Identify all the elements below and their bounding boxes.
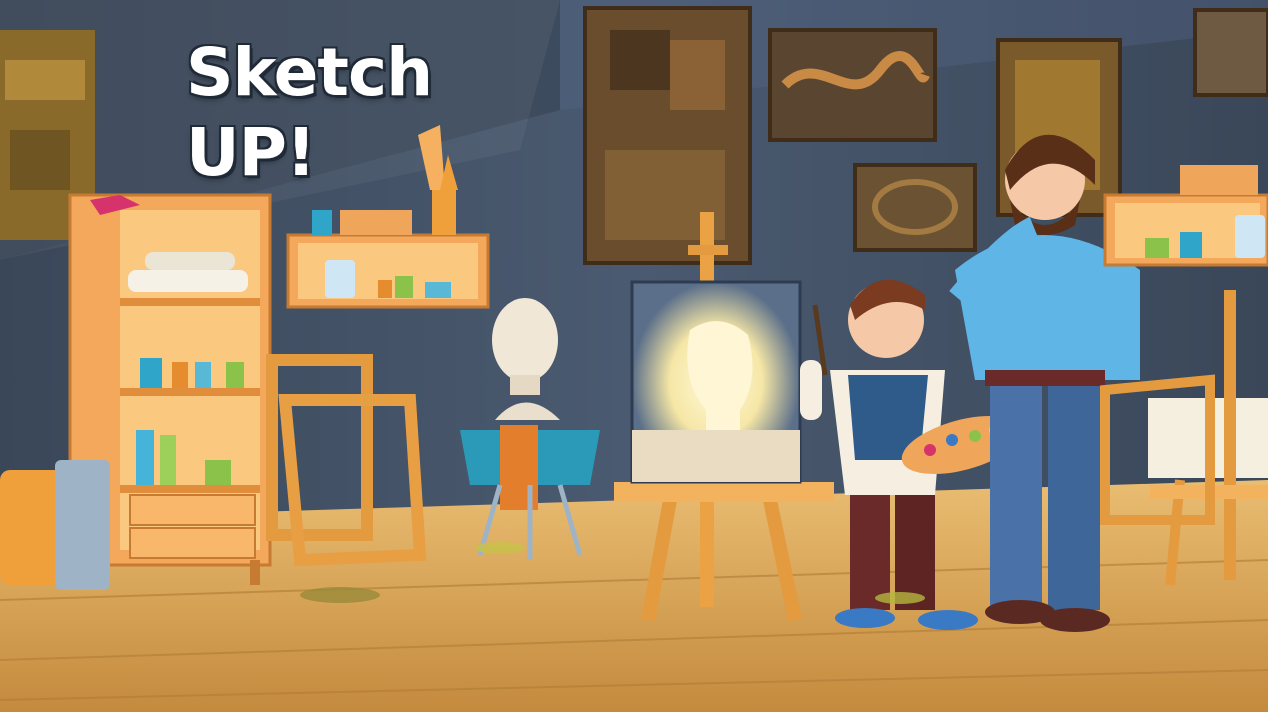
wall-painting-tall xyxy=(583,6,752,265)
title-line-up: UP! xyxy=(186,114,316,191)
wall-painting-far-right xyxy=(1193,8,1268,97)
art-studio-illustration: Sketch UP! xyxy=(0,0,1268,712)
art-bag-icon xyxy=(0,460,110,590)
title-line-sketch: Sketch xyxy=(186,34,433,111)
wall-painting-small xyxy=(853,163,977,252)
wall-painting-swirl xyxy=(768,28,937,142)
